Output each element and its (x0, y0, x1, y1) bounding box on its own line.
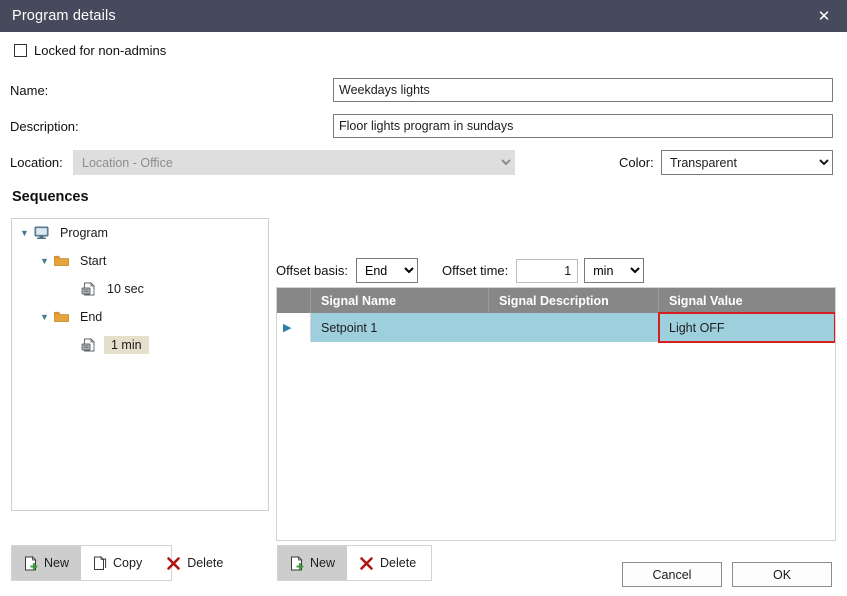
description-label: Description: (10, 119, 79, 134)
cell-signal-value[interactable]: Light OFF (658, 312, 835, 343)
close-icon[interactable]: ✕ (811, 7, 837, 25)
new-document-icon (290, 555, 304, 571)
cancel-button[interactable]: Cancel (622, 562, 722, 587)
new-document-icon (24, 555, 38, 571)
sequence-copy-button[interactable]: Copy (81, 546, 154, 580)
sequence-delete-label: Delete (187, 556, 224, 570)
location-select[interactable]: Location - Office (73, 150, 515, 175)
tree-node-program[interactable]: ▼ Program (12, 219, 268, 247)
tree-node-label: 10 sec (107, 282, 144, 296)
monitor-icon (34, 226, 54, 240)
folder-icon (54, 255, 74, 267)
offset-controls: Offset basis: End Offset time: min (276, 258, 645, 283)
signal-delete-button[interactable]: Delete (347, 546, 428, 580)
signal-new-button[interactable]: New (278, 546, 348, 580)
folder-icon (54, 311, 74, 323)
sequence-copy-label: Copy (113, 556, 143, 570)
signals-grid: Signal Name Signal Description Signal Va… (276, 287, 836, 541)
cell-signal-description[interactable] (489, 313, 659, 342)
sequence-delete-button[interactable]: Delete (154, 546, 235, 580)
sequence-new-label: New (44, 556, 70, 570)
description-input[interactable] (333, 114, 833, 138)
name-label: Name: (10, 83, 49, 98)
chevron-down-icon[interactable]: ▼ (40, 312, 54, 322)
schedule-icon (81, 337, 101, 353)
tree-node-1min[interactable]: ▼ 1 min (12, 331, 268, 359)
table-row[interactable]: ▶ Setpoint 1 Light OFF (277, 312, 835, 343)
column-header-signal-value[interactable]: Signal Value (659, 288, 835, 313)
name-input[interactable] (333, 78, 833, 102)
color-select[interactable]: Transparent (661, 150, 833, 175)
column-header-signal-name[interactable]: Signal Name (311, 288, 489, 313)
locked-for-non-admins-checkbox[interactable]: Locked for non-admins (14, 43, 166, 58)
dialog-title: Program details (12, 8, 116, 24)
chevron-down-icon[interactable]: ▼ (20, 228, 34, 238)
dialog-body: Locked for non-admins Name: Description:… (0, 32, 847, 596)
offset-basis-select[interactable]: End (356, 258, 419, 283)
chevron-placeholder-icon: ▼ (67, 341, 81, 350)
tree-node-start[interactable]: ▼ Start (12, 247, 268, 275)
offset-basis-label: Offset basis: (276, 263, 349, 278)
chevron-placeholder-icon: ▼ (67, 285, 81, 294)
signal-delete-label: Delete (380, 556, 417, 570)
sequences-tree-panel: ▼ Program ▼ Start ▼ (11, 218, 269, 511)
dialog-titlebar: Program details ✕ (0, 0, 847, 32)
tree-node-10sec[interactable]: ▼ 10 sec (12, 275, 268, 303)
tree-node-end[interactable]: ▼ End (12, 303, 268, 331)
row-current-indicator-icon: ▶ (277, 313, 311, 342)
checkbox-box[interactable] (14, 44, 27, 57)
signal-new-label: New (310, 556, 336, 570)
tree-node-label: End (80, 310, 103, 324)
signals-toolbar: New Delete (277, 545, 432, 581)
delete-x-icon (166, 556, 181, 571)
sequence-new-button[interactable]: New (12, 546, 82, 580)
color-label: Color: (619, 155, 654, 170)
offset-time-label: Offset time: (442, 263, 509, 278)
chevron-down-icon[interactable]: ▼ (40, 256, 54, 266)
offset-unit-select[interactable]: min (584, 258, 645, 283)
locked-for-non-admins-label: Locked for non-admins (34, 43, 167, 58)
location-label: Location: (10, 155, 63, 170)
sequences-heading: Sequences (12, 189, 89, 205)
delete-x-icon (359, 556, 374, 571)
copy-icon (93, 555, 107, 571)
tree-node-label: Start (80, 254, 107, 268)
column-header-signal-description[interactable]: Signal Description (489, 288, 659, 313)
offset-time-input[interactable] (516, 258, 579, 283)
schedule-icon (81, 281, 101, 297)
tree-node-label: Program (60, 226, 108, 240)
grid-indicator-header (277, 288, 311, 313)
tree-node-label-selected: 1 min (104, 336, 149, 354)
signals-grid-header: Signal Name Signal Description Signal Va… (277, 288, 835, 313)
cell-signal-name[interactable]: Setpoint 1 (311, 313, 489, 342)
sequences-toolbar: New Copy Delete (11, 545, 223, 581)
ok-button[interactable]: OK (732, 562, 832, 587)
